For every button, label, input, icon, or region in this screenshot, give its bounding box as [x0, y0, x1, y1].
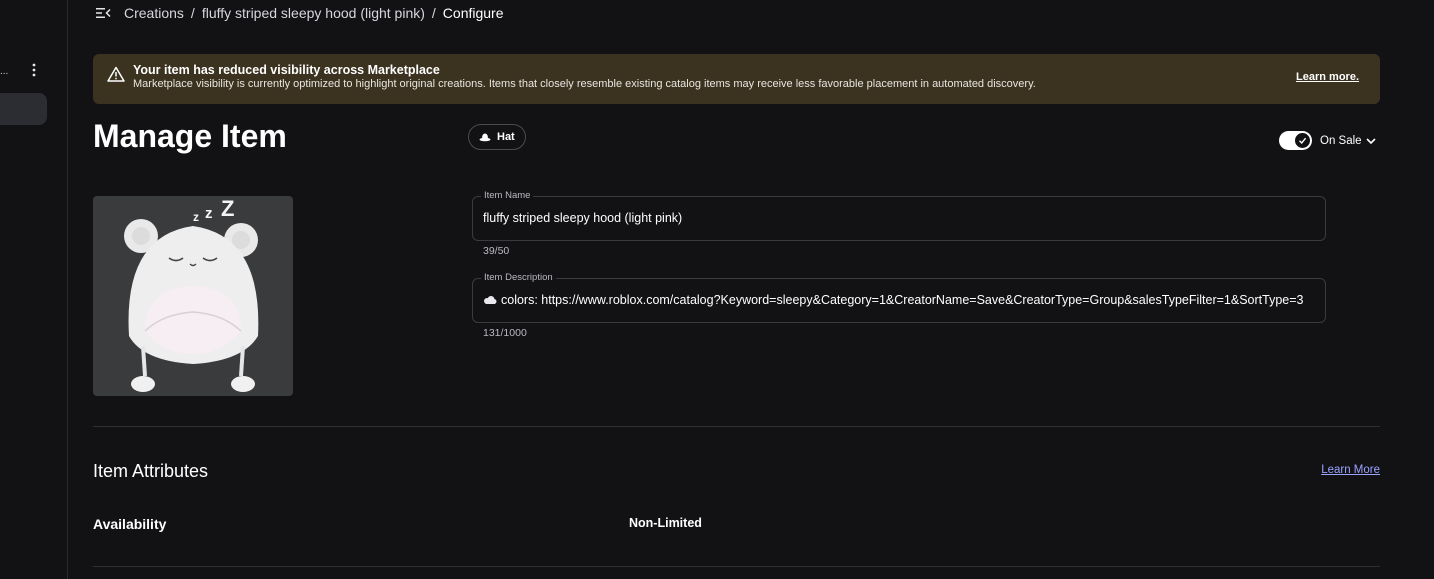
item-description-counter: 131/1000 — [483, 327, 527, 339]
item-description-input[interactable]: colors: https://www.roblox.com/catalog?K… — [483, 293, 1303, 307]
cloud-emoji-icon — [484, 296, 497, 304]
availability-label: Availability — [93, 516, 167, 532]
breadcrumb-current: Configure — [442, 5, 504, 21]
hat-icon — [479, 133, 491, 142]
banner-text: Marketplace visibility is currently opti… — [133, 78, 1036, 90]
item-type-chip: Hat — [468, 124, 526, 150]
warning-icon — [107, 66, 125, 82]
sale-status-control[interactable]: On Sale — [1279, 131, 1376, 150]
item-name-label: Item Name — [481, 190, 534, 201]
svg-text:z: z — [205, 205, 213, 222]
sidebar-active-item[interactable] — [0, 93, 47, 125]
toggle-knob — [1295, 133, 1310, 148]
breadcrumb: Creations / fluffy striped sleepy hood (… — [95, 5, 504, 21]
sleepy-hood-image: z z Z — [124, 196, 259, 392]
sale-status-dropdown[interactable]: On Sale — [1320, 135, 1376, 147]
breadcrumb-separator: / — [431, 5, 436, 21]
attributes-learn-more-link[interactable]: Learn More — [1321, 464, 1380, 476]
on-sale-toggle[interactable] — [1279, 131, 1312, 150]
banner-learn-more-link[interactable]: Learn more. — [1296, 71, 1359, 83]
breadcrumb-separator: / — [190, 5, 195, 21]
chevron-down-icon — [1365, 137, 1376, 144]
availability-value: Non-Limited — [629, 516, 702, 530]
item-name-input[interactable]: fluffy striped sleepy hood (light pink) — [483, 211, 682, 225]
attributes-bottom-divider — [93, 566, 1380, 567]
item-description-text: colors: https://www.roblox.com/catalog?K… — [501, 293, 1304, 307]
sale-status-label: On Sale — [1320, 134, 1362, 147]
section-divider — [93, 426, 1380, 427]
item-name-field[interactable]: Item Name fluffy striped sleepy hood (li… — [472, 190, 1326, 241]
item-type-label: Hat — [497, 131, 515, 143]
sidebar-collapse-icon[interactable] — [95, 6, 111, 20]
breadcrumb-creations[interactable]: Creations — [124, 5, 184, 21]
item-thumbnail: z z Z — [93, 196, 293, 396]
item-attributes-heading: Item Attributes — [93, 461, 209, 481]
sidebar-overflow-text: ... — [0, 66, 9, 77]
item-description-field[interactable]: Item Description colors: https://www.rob… — [472, 272, 1326, 323]
banner-title: Your item has reduced visibility across … — [133, 63, 440, 77]
svg-text:z: z — [193, 210, 199, 224]
page-title: Manage Item — [93, 118, 287, 154]
item-name-counter: 39/50 — [483, 245, 510, 257]
item-description-label: Item Description — [481, 272, 556, 283]
left-sidebar: ... — [0, 0, 68, 579]
check-icon — [1299, 137, 1307, 145]
visibility-warning-banner: Your item has reduced visibility across … — [93, 54, 1380, 104]
kebab-menu-icon[interactable] — [26, 62, 42, 78]
breadcrumb-item-name[interactable]: fluffy striped sleepy hood (light pink) — [202, 5, 425, 21]
svg-text:Z: Z — [221, 196, 234, 221]
